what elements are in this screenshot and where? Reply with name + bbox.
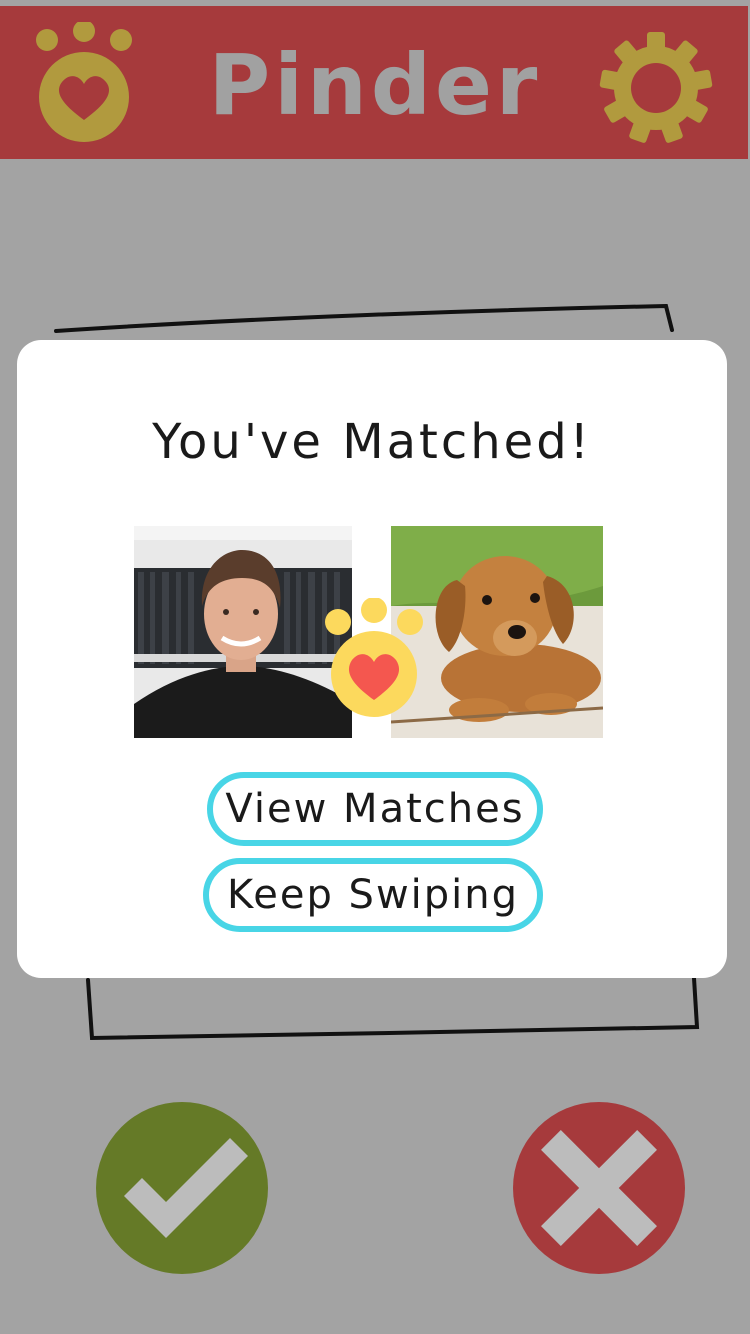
reject-button[interactable] — [513, 1102, 685, 1274]
x-icon — [541, 1130, 657, 1246]
gear-icon[interactable] — [598, 30, 714, 146]
checkmark-icon — [124, 1138, 248, 1238]
paw-heart-icon — [320, 597, 432, 718]
accept-button[interactable] — [96, 1102, 268, 1274]
match-title: You've Matched! — [152, 414, 592, 470]
view-matches-button[interactable]: View Matches — [207, 772, 543, 846]
paw-heart-icon[interactable] — [32, 20, 136, 146]
app-title: Pinder — [208, 36, 542, 134]
keep-swiping-button[interactable]: Keep Swiping — [203, 858, 543, 932]
app-header: Pinder — [0, 6, 748, 159]
match-modal: You've Matched! View Matches Keep Swipin… — [17, 340, 727, 978]
